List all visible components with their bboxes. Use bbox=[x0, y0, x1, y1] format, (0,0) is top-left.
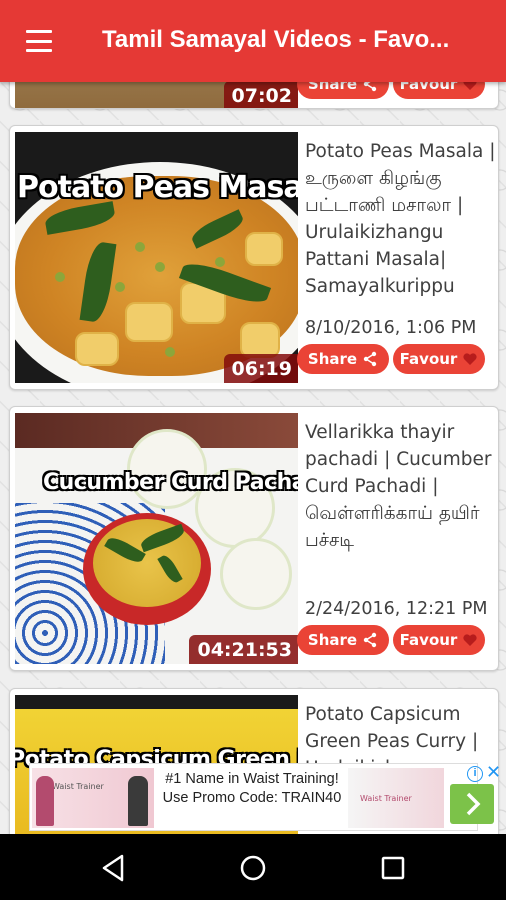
potato-piece bbox=[125, 302, 173, 342]
pea bbox=[215, 257, 225, 267]
pachadi-graphic bbox=[93, 519, 201, 607]
thumbnail-caption: Potato Peas Masala bbox=[17, 170, 298, 205]
video-date: 8/10/2016, 1:06 PM bbox=[305, 318, 477, 338]
heart-icon bbox=[463, 353, 477, 365]
video-duration: 04:21:53 bbox=[189, 635, 298, 664]
video-thumbnail[interactable]: Cucumber Curd Pachadi 04:21:53 bbox=[15, 413, 298, 664]
cucumber-slice bbox=[127, 429, 207, 509]
ad-image-left[interactable]: Waist Trainer bbox=[32, 768, 154, 828]
app-bar: Tamil Samayal Videos - Favo... bbox=[0, 0, 506, 82]
favour-button[interactable]: Favour bbox=[393, 625, 485, 655]
potato-piece bbox=[75, 332, 119, 366]
home-button[interactable] bbox=[233, 848, 273, 888]
system-nav-bar bbox=[0, 834, 506, 900]
favour-button[interactable]: Favour bbox=[393, 344, 485, 374]
ad-image-caption: Waist Trainer bbox=[52, 782, 104, 791]
chevron-right-icon bbox=[466, 792, 481, 816]
ad-text[interactable]: #1 Name in Waist Training! Use Promo Cod… bbox=[162, 770, 342, 808]
ad-close-icon[interactable]: ✕ bbox=[486, 762, 501, 783]
ad-image-caption: Waist Trainer bbox=[360, 794, 412, 803]
share-button[interactable]: Share bbox=[297, 344, 389, 374]
share-icon bbox=[363, 351, 377, 367]
menu-icon[interactable] bbox=[22, 27, 56, 55]
page-title: Tamil Samayal Videos - Favo... bbox=[102, 26, 450, 53]
heart-icon bbox=[463, 634, 477, 646]
share-button[interactable]: Share bbox=[297, 625, 389, 655]
cucumber-slice bbox=[220, 538, 292, 610]
home-icon bbox=[240, 855, 266, 881]
video-title[interactable]: Potato Peas Masala | உருளை கிழங்கு பட்டா… bbox=[305, 138, 497, 300]
ad-banner[interactable]: Waist Trainer #1 Name in Waist Training!… bbox=[29, 762, 501, 831]
video-duration: 06:19 bbox=[223, 354, 298, 383]
ad-arrow-button[interactable] bbox=[450, 784, 494, 824]
potato-piece bbox=[245, 232, 283, 266]
favour-label: Favour bbox=[399, 350, 458, 368]
pea bbox=[115, 282, 125, 292]
model-figure bbox=[36, 776, 54, 826]
video-date: 2/24/2016, 12:21 PM bbox=[305, 599, 488, 619]
ad-info-icon[interactable]: i bbox=[467, 766, 483, 782]
share-label: Share bbox=[307, 350, 358, 368]
video-card[interactable]: Cucumber Curd Pachadi 04:21:53 Vellarikk… bbox=[9, 406, 499, 671]
pea bbox=[135, 242, 145, 252]
pea bbox=[55, 272, 65, 282]
thumbnail-border bbox=[15, 695, 298, 709]
video-duration: 07:02 bbox=[223, 81, 298, 108]
recents-icon bbox=[381, 856, 405, 880]
pea bbox=[165, 347, 175, 357]
video-card[interactable]: Potato Peas Masala 06:19 Potato Peas Mas… bbox=[9, 125, 499, 390]
back-button[interactable] bbox=[94, 848, 134, 888]
back-icon bbox=[102, 854, 124, 882]
potato-piece bbox=[240, 322, 280, 358]
model-figure bbox=[128, 776, 148, 826]
video-title[interactable]: Vellarikka thayir pachadi | Cucumber Cur… bbox=[305, 419, 497, 554]
recents-button[interactable] bbox=[373, 848, 413, 888]
share-icon bbox=[363, 632, 377, 648]
share-label: Share bbox=[307, 631, 358, 649]
thumbnail-caption: Cucumber Curd Pachadi bbox=[43, 470, 298, 495]
favour-label: Favour bbox=[399, 631, 458, 649]
pea bbox=[155, 262, 165, 272]
ad-image-right[interactable]: Waist Trainer bbox=[348, 768, 444, 828]
video-thumbnail[interactable]: Potato Peas Masala 06:19 bbox=[15, 132, 298, 383]
